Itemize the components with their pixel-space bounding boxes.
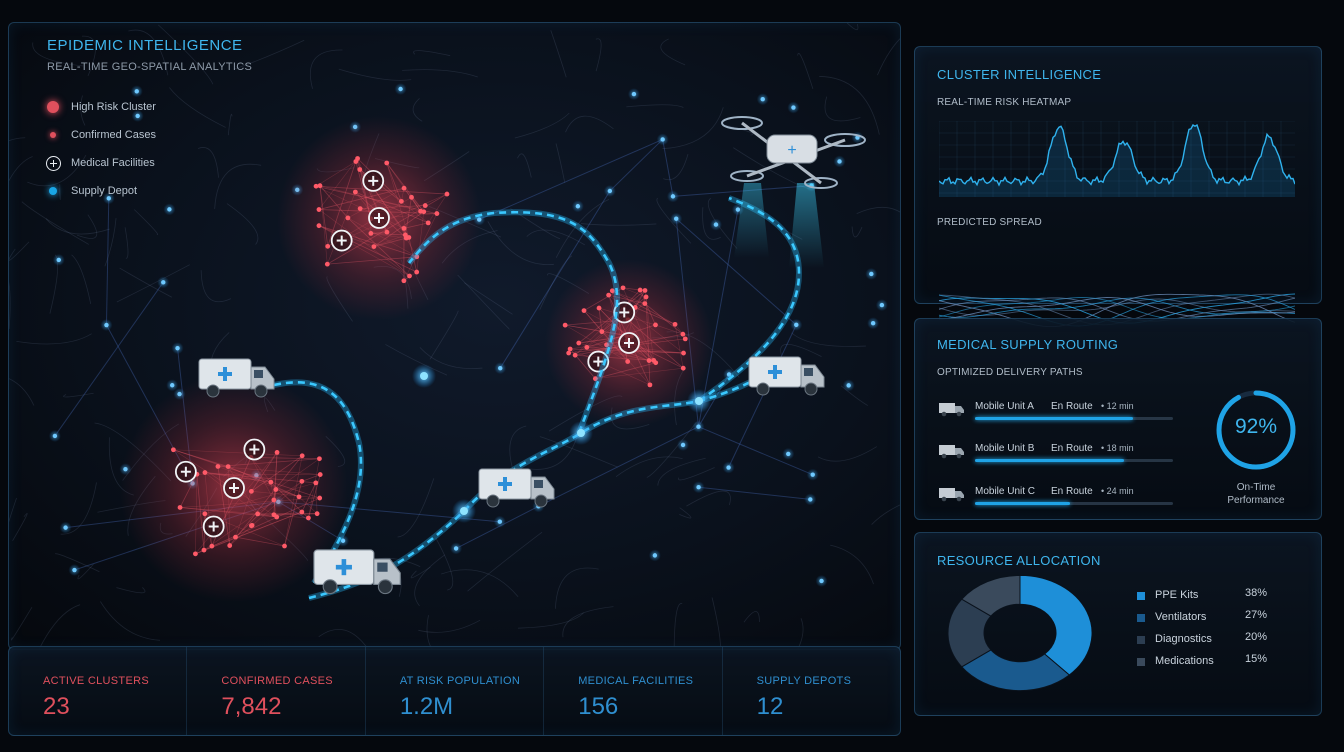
- panel-title: MEDICAL SUPPLY ROUTING: [937, 337, 1119, 352]
- donut-slice[interactable]: [1019, 574, 1093, 676]
- stat-value: 23: [43, 693, 70, 720]
- route-progress-fill: [975, 502, 1071, 505]
- legend-label: Confirmed Cases: [71, 129, 156, 141]
- unit-name: Mobile Unit C: [975, 486, 1036, 497]
- resource-pct: 38%: [1245, 587, 1268, 599]
- medical-supply-routing-panel: MEDICAL SUPPLY ROUTING OPTIMIZED DELIVER…: [914, 318, 1322, 520]
- stat-label: MEDICAL FACILITIES: [578, 675, 694, 687]
- panel-subtitle: OPTIMIZED DELIVERY PATHS: [937, 367, 1083, 378]
- route-row-unit-b[interactable]: Mobile Unit B En Route • 18 min: [939, 439, 1179, 469]
- svg-text:+: +: [787, 142, 796, 159]
- stat-at-risk-population[interactable]: AT RISK POPULATION 1.2M: [366, 647, 545, 735]
- stat-label: SUPPLY DEPOTS: [756, 675, 852, 687]
- legend-item-facilities[interactable]: Medical Facilities: [45, 149, 156, 177]
- resource-name: PPE Kits: [1155, 589, 1199, 601]
- stat-value: 156: [578, 693, 619, 720]
- route-progress-track: [975, 459, 1173, 462]
- stat-value: 12: [756, 693, 784, 720]
- cluster-intelligence-panel: CLUSTER INTELLIGENCE REAL-TIME RISK HEAT…: [914, 46, 1322, 328]
- resource-name: Diagnostics: [1155, 633, 1212, 645]
- high-risk-cluster-icon: [45, 99, 61, 115]
- unit-name: Mobile Unit A: [975, 401, 1034, 412]
- resource-name: Medications: [1155, 655, 1214, 667]
- resource-name: Ventilators: [1155, 611, 1207, 623]
- unit-status: En Route: [1051, 443, 1093, 454]
- risk-heatmap-graph[interactable]: [939, 121, 1295, 197]
- route-progress-fill: [975, 459, 1124, 462]
- stat-value: 7,842: [221, 693, 282, 720]
- unit-status: En Route: [1051, 401, 1093, 412]
- truck-icon: [748, 356, 825, 396]
- route-progress-track: [975, 502, 1173, 505]
- stat-label: CONFIRMED CASES: [221, 675, 333, 687]
- legend-label: Supply Depot: [71, 185, 138, 197]
- legend-swatch: [1137, 658, 1145, 666]
- truck-icon: [939, 488, 964, 502]
- truck-icon: [939, 403, 964, 417]
- map-legend: High Risk Cluster Confirmed Cases Medica…: [45, 93, 156, 205]
- map-panel[interactable]: + EPIDEMIC INTELLIGENCE REAL-TIME GEO-SP…: [8, 22, 901, 650]
- performance-value: 92%: [1234, 415, 1278, 438]
- resource-row-medications[interactable]: Medications 15%: [1137, 653, 1277, 675]
- legend-swatch: [1137, 592, 1145, 600]
- truck-icon: [939, 445, 964, 459]
- route-progress-track: [975, 417, 1173, 420]
- confirmed-case-icon: [45, 127, 61, 143]
- resource-row-ppe[interactable]: PPE Kits 38%: [1137, 587, 1277, 609]
- stat-value: 1.2M: [399, 693, 454, 720]
- legend-label: Medical Facilities: [71, 157, 155, 169]
- resource-pct: 20%: [1245, 631, 1268, 643]
- unit-eta: • 24 min: [1101, 486, 1134, 496]
- unit-eta: • 12 min: [1101, 401, 1134, 411]
- route-progress-fill: [975, 417, 1134, 420]
- unit-eta: • 18 min: [1101, 443, 1134, 453]
- legend-swatch: [1137, 614, 1145, 622]
- resource-allocation-panel: RESOURCE ALLOCATION PPE Kits 38% Ventila…: [914, 532, 1322, 716]
- stat-label: ACTIVE CLUSTERS: [43, 675, 149, 687]
- stat-label: AT RISK POPULATION: [399, 675, 521, 687]
- stat-supply-depots[interactable]: SUPPLY DEPOTS 12: [723, 647, 900, 735]
- map-subtitle: REAL-TIME GEO-SPATIAL ANALYTICS: [47, 61, 253, 73]
- legend-item-supply-depot[interactable]: Supply Depot: [45, 177, 156, 205]
- performance-label: On-Time Performance: [1227, 482, 1285, 506]
- heatmap-label: REAL-TIME RISK HEATMAP: [937, 97, 1072, 108]
- resource-pct: 15%: [1245, 653, 1268, 665]
- unit-status: En Route: [1051, 486, 1093, 497]
- legend-item-confirmed[interactable]: Confirmed Cases: [45, 121, 156, 149]
- resource-donut-chart[interactable]: [945, 573, 1095, 693]
- legend-swatch: [1137, 636, 1145, 644]
- supply-depot-icon: [45, 183, 61, 199]
- legend-item-high-risk[interactable]: High Risk Cluster: [45, 93, 156, 121]
- truck-icon: [313, 549, 401, 595]
- stat-medical-facilities[interactable]: MEDICAL FACILITIES 156: [544, 647, 723, 735]
- drone-icon: +: [721, 116, 866, 268]
- stat-confirmed-cases[interactable]: CONFIRMED CASES 7,842: [187, 647, 366, 735]
- truck-icon: [478, 468, 555, 508]
- map-title: EPIDEMIC INTELLIGENCE: [47, 37, 243, 54]
- unit-name: Mobile Unit B: [975, 443, 1035, 454]
- route-row-unit-c[interactable]: Mobile Unit C En Route • 24 min: [939, 482, 1179, 512]
- panel-title: RESOURCE ALLOCATION: [937, 553, 1101, 568]
- resource-row-ventilators[interactable]: Ventilators 27%: [1137, 609, 1277, 631]
- panel-title: CLUSTER INTELLIGENCE: [937, 67, 1102, 82]
- resource-row-diagnostics[interactable]: Diagnostics 20%: [1137, 631, 1277, 653]
- legend-label: High Risk Cluster: [71, 101, 156, 113]
- medical-facility-icon: [45, 155, 61, 171]
- resource-pct: 27%: [1245, 609, 1268, 621]
- route-row-unit-a[interactable]: Mobile Unit A En Route • 12 min: [939, 397, 1179, 427]
- stat-active-clusters[interactable]: ACTIVE CLUSTERS 23: [9, 647, 188, 735]
- stats-bar: ACTIVE CLUSTERS 23 CONFIRMED CASES 7,842…: [8, 646, 901, 736]
- spread-label: PREDICTED SPREAD: [937, 217, 1042, 228]
